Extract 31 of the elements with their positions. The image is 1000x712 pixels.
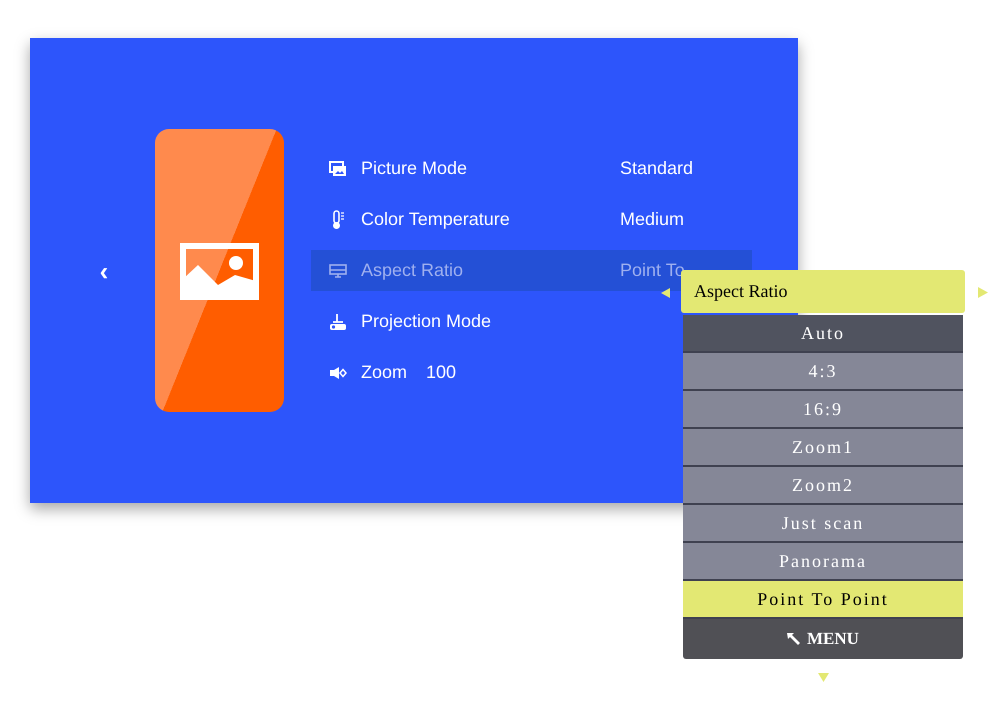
option-item[interactable]: Panorama [683,543,963,581]
down-arrow-icon[interactable] [818,673,828,682]
projector-icon [329,312,347,330]
setting-value: Standard [620,157,694,180]
picture-icon [329,160,347,176]
monitor-icon [329,262,347,278]
setting-label[interactable]: Aspect Ratio [361,257,464,284]
option-item[interactable]: Point To Point [683,581,963,619]
option-item[interactable]: Zoom2 [683,467,963,505]
setting-label[interactable]: Color Temperature [361,206,510,233]
setting-row[interactable]: Zoom 100 [311,352,460,393]
option-item[interactable]: Auto [683,315,963,353]
setting-value: Medium [620,208,684,231]
option-item[interactable]: Just scan [683,505,963,543]
setting-label[interactable]: Projection Mode [361,308,492,335]
right-arrow-icon[interactable] [978,287,988,298]
thermometer-icon [331,210,345,230]
speaker-icon [329,366,347,378]
setting-row[interactable]: Projection Mode [311,301,496,342]
option-item[interactable]: 16:9 [683,391,963,429]
menu-button[interactable]: MENU [683,619,963,659]
image-icon [180,243,259,300]
option-item[interactable]: 4:3 [683,353,963,391]
setting-label[interactable]: Zoom [361,359,408,386]
back-button[interactable]: ‹ [96,258,112,284]
popup-title: Aspect Ratio [681,270,965,313]
back-arrow-icon [787,633,802,645]
setting-value: 100 [426,361,456,384]
option-item[interactable]: Zoom1 [683,429,963,467]
left-arrow-icon[interactable] [661,288,670,298]
setting-label[interactable]: Picture Mode [361,155,468,182]
